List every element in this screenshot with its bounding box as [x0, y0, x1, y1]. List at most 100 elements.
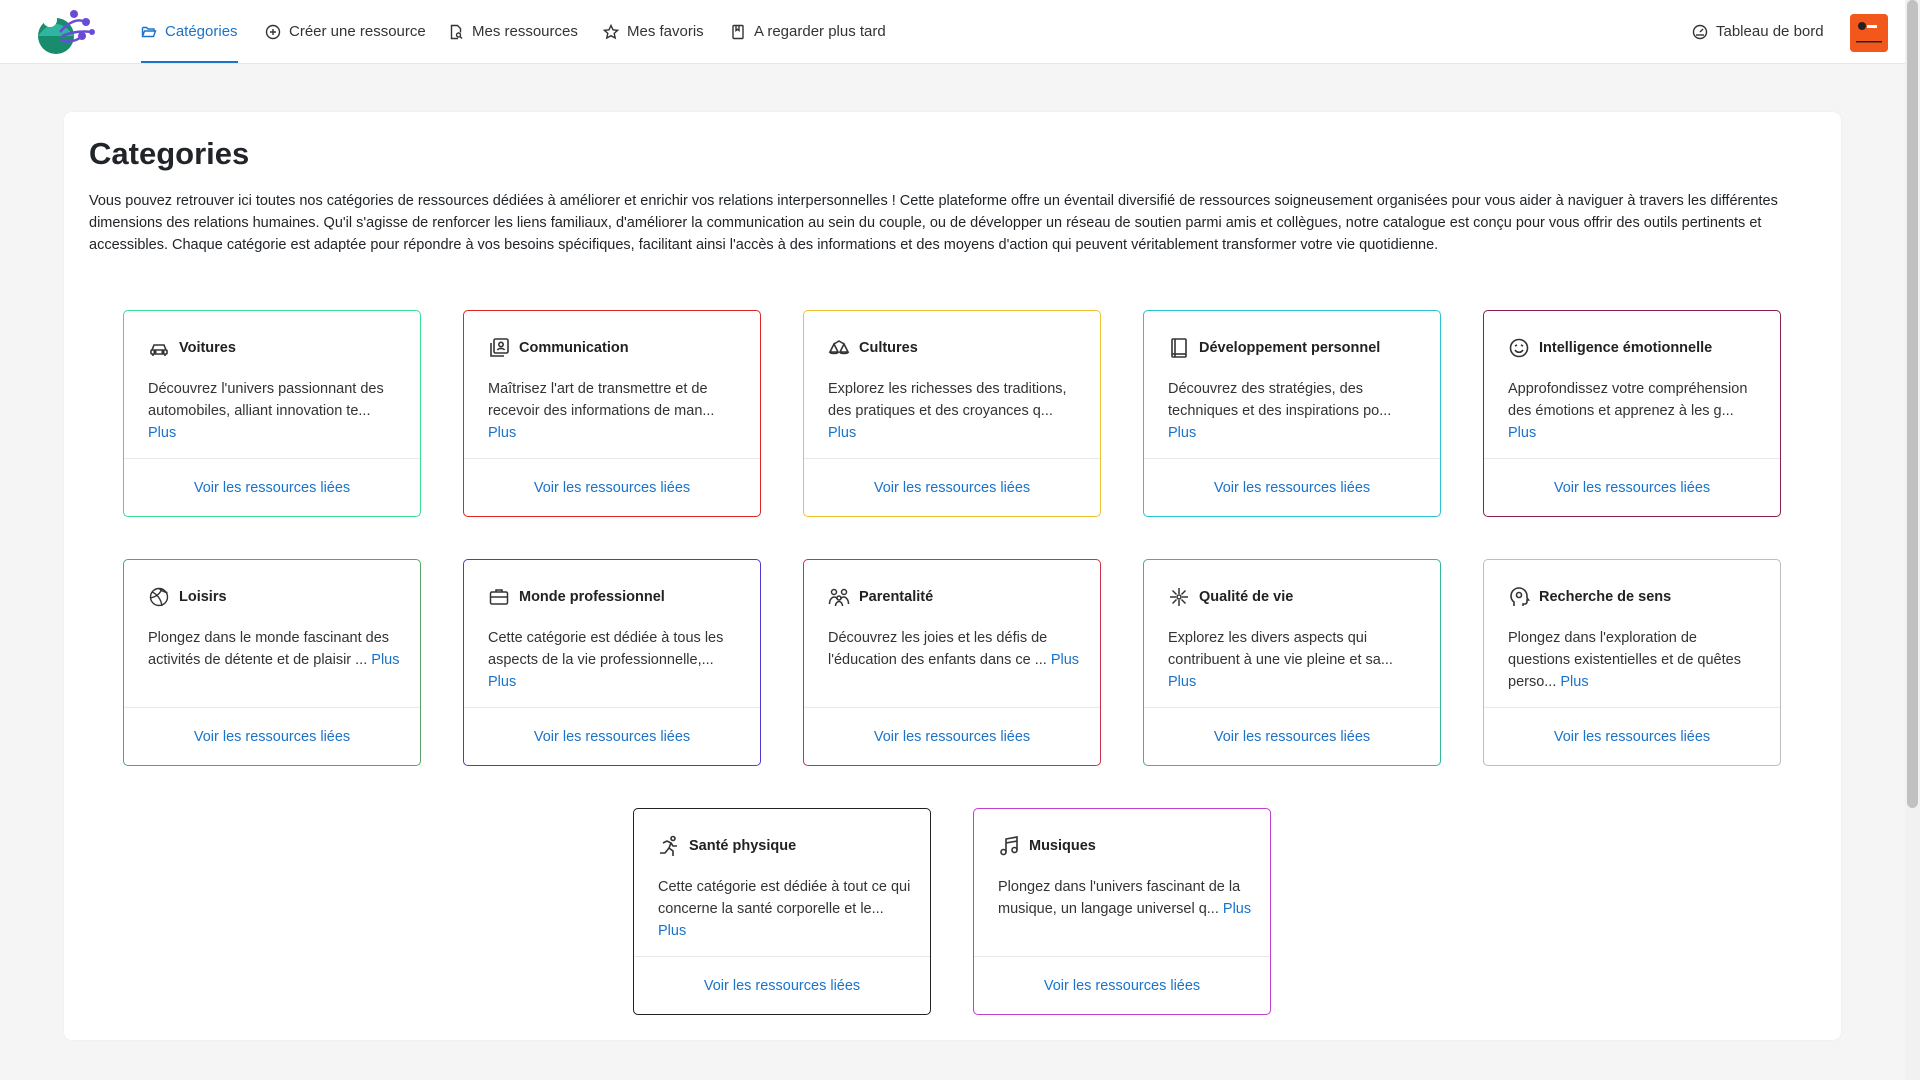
folder-open-icon [141, 26, 157, 37]
nav-create-resource[interactable]: Créer une ressource [265, 0, 426, 63]
category-card-sante-physique: Santé physique Cette catégorie est dédié… [633, 808, 931, 1015]
app-logo[interactable] [30, 6, 96, 54]
scrollbar-thumb[interactable] [1907, 0, 1918, 808]
file-search-icon [450, 24, 463, 39]
category-description: Maîtrisez l'art de transmettre et de rec… [488, 378, 742, 444]
category-card-musiques: Musiques Plongez dans l'univers fascinan… [973, 808, 1271, 1015]
car-icon [150, 344, 168, 356]
category-title: Parentalité [859, 589, 934, 605]
category-card-qualite-de-vie: Qualité de vie Explorez les divers aspec… [1143, 559, 1441, 766]
category-header: Monde professionnel [488, 586, 665, 608]
intro-text: Vous pouvez retrouver ici toutes nos cat… [89, 193, 1778, 253]
view-resources-link[interactable]: Voir les ressources liées [124, 707, 420, 765]
category-title: Développement personnel [1199, 340, 1381, 356]
category-description-text: Maîtrisez l'art de transmettre et de rec… [488, 381, 715, 419]
category-card-cultures: Cultures Explorez les richesses des trad… [803, 310, 1101, 517]
category-description: Cette catégorie est dédiée à tout ce qui… [658, 876, 912, 942]
category-description-text: Cette catégorie est dédiée à tous les as… [488, 630, 724, 668]
nav-label: A regarder plus tard [754, 23, 886, 40]
category-header: Qualité de vie [1168, 586, 1293, 608]
category-title: Loisirs [179, 589, 227, 605]
ball-icon [149, 587, 169, 607]
avatar [1850, 14, 1888, 52]
category-header: Parentalité [828, 586, 933, 608]
user-avatar-button[interactable] [1850, 14, 1888, 52]
more-link[interactable]: Plus [488, 425, 516, 441]
view-resources-link[interactable]: Voir les ressources liées [1484, 458, 1780, 516]
more-link[interactable]: Plus [828, 425, 856, 441]
page-title: Categories [89, 136, 250, 171]
more-link[interactable]: Plus [1168, 425, 1196, 441]
more-link[interactable]: Plus [1223, 901, 1251, 917]
categories-panel: Categories Vous pouvez retrouver ici tou… [64, 112, 1841, 1040]
scales-icon [828, 340, 850, 355]
nav-label: Catégories [165, 23, 238, 40]
view-resources-link[interactable]: Voir les ressources liées [124, 458, 420, 516]
running-icon [660, 835, 677, 856]
category-title: Intelligence émotionnelle [1539, 340, 1713, 356]
category-header: Musiques [998, 835, 1096, 857]
nav-dashboard[interactable]: Tableau de bord [1692, 0, 1824, 63]
view-resources-link[interactable]: Voir les ressources liées [464, 458, 760, 516]
category-card-recherche-de-sens: Recherche de sens Plongez dans l'explora… [1483, 559, 1781, 766]
nav-favorites[interactable]: Mes favoris [603, 0, 704, 63]
more-link[interactable]: Plus [658, 923, 686, 939]
view-resources-link[interactable]: Voir les ressources liées [464, 707, 760, 765]
view-resources-link[interactable]: Voir les ressources liées [804, 707, 1100, 765]
category-title: Musiques [1029, 838, 1096, 854]
more-link[interactable]: Plus [1168, 674, 1196, 690]
view-resources-link[interactable]: Voir les ressources liées [1484, 707, 1780, 765]
category-title: Voitures [179, 340, 236, 356]
nav-dashboard-label: Tableau de bord [1716, 23, 1824, 40]
nav-watch-later[interactable]: A regarder plus tard [730, 0, 886, 63]
category-description: Approfondissez votre compréhension des é… [1508, 378, 1762, 444]
category-description-text: Découvrez l'univers passionnant des auto… [148, 381, 384, 419]
head-icon [1510, 587, 1530, 606]
view-resources-link[interactable]: Voir les ressources liées [1144, 707, 1440, 765]
category-card-communication: Communication Maîtrisez l'art de transme… [463, 310, 761, 517]
category-description: Plongez dans l'exploration de questions … [1508, 627, 1762, 693]
category-description: Cette catégorie est dédiée à tous les as… [488, 627, 742, 693]
nav-label: Mes ressources [472, 23, 578, 40]
category-card-developpement-personnel: Développement personnel Découvrez des st… [1143, 310, 1441, 517]
category-description-text: Plongez dans l'univers fascinant de la m… [998, 879, 1241, 917]
view-resources-link[interactable]: Voir les ressources liées [634, 956, 930, 1014]
more-link[interactable]: Plus [488, 674, 516, 690]
music-note-icon [1000, 836, 1018, 856]
category-card-parentalite: Parentalité Découvrez les joies et les d… [803, 559, 1101, 766]
category-description: Explorez les richesses des traditions, d… [828, 378, 1082, 444]
nav-label: Mes favoris [627, 23, 704, 40]
view-resources-link[interactable]: Voir les ressources liées [974, 956, 1270, 1014]
category-description: Plongez dans l'univers fascinant de la m… [998, 876, 1252, 920]
more-link[interactable]: Plus [1051, 652, 1079, 668]
briefcase-icon [489, 589, 509, 605]
view-resources-link[interactable]: Voir les ressources liées [1144, 458, 1440, 516]
category-title: Recherche de sens [1539, 589, 1672, 605]
nav-categories[interactable]: Catégories [141, 0, 238, 63]
category-title: Cultures [859, 340, 918, 356]
category-header: Développement personnel [1168, 337, 1380, 359]
category-description-text: Approfondissez votre compréhension des é… [1508, 381, 1748, 419]
category-description: Découvrez des stratégies, des techniques… [1168, 378, 1422, 444]
category-description: Plongez dans le monde fascinant des acti… [148, 627, 402, 671]
category-description-text: Découvrez les joies et les défis de l'éd… [828, 630, 1048, 668]
page-scrollbar[interactable] [1905, 0, 1920, 1080]
category-card-voitures: Voitures Découvrez l'univers passionnant… [123, 310, 421, 517]
more-link[interactable]: Plus [371, 652, 399, 668]
category-card-intelligence-emotionnelle: Intelligence émotionnelle Approfondissez… [1483, 310, 1781, 517]
plus-circle-icon [265, 24, 281, 39]
category-card-loisirs: Loisirs Plongez dans le monde fascinant … [123, 559, 421, 766]
more-link[interactable]: Plus [148, 425, 176, 441]
nav-my-resources[interactable]: Mes ressources [448, 0, 578, 63]
category-header: Loisirs [148, 586, 227, 608]
category-card-monde-professionnel: Monde professionnel Cette catégorie est … [463, 559, 761, 766]
category-title: Monde professionnel [519, 589, 665, 605]
category-description: Découvrez les joies et les défis de l'éd… [828, 627, 1082, 671]
category-description-text: Découvrez des stratégies, des techniques… [1168, 381, 1392, 419]
bookmark-icon [732, 24, 744, 39]
more-link[interactable]: Plus [1560, 674, 1588, 690]
view-resources-link[interactable]: Voir les ressources liées [804, 458, 1100, 516]
nav-label: Créer une ressource [289, 23, 426, 40]
more-link[interactable]: Plus [1508, 425, 1536, 441]
category-description-text: Explorez les richesses des traditions, d… [828, 381, 1067, 419]
